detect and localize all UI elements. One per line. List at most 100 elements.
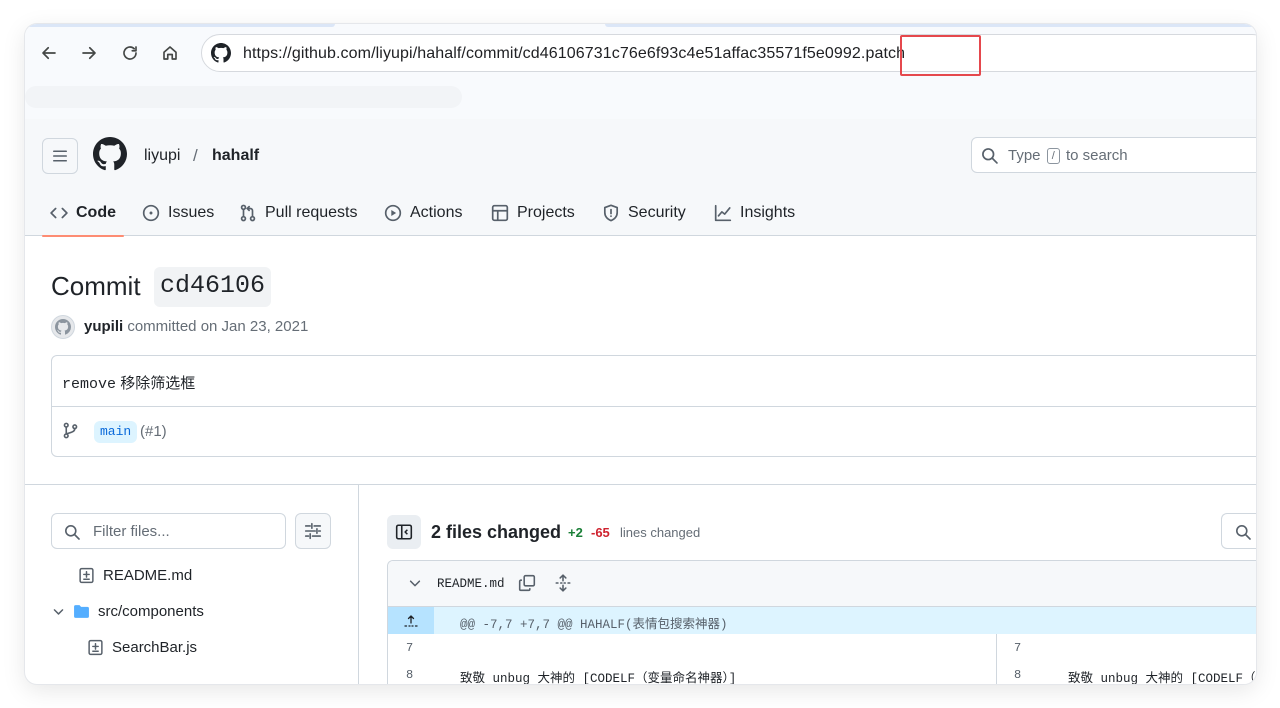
file-tree-item-searchbar[interactable]: SearchBar.js xyxy=(87,635,197,659)
address-bar[interactable]: https://github.com/liyupi/hahalf/commit/… xyxy=(201,34,1256,72)
sidebar-collapse-icon xyxy=(395,524,413,540)
diff-file-name[interactable]: README.md xyxy=(437,577,505,591)
url-text: https://github.com/liyupi/hahalf/commit/… xyxy=(243,45,905,63)
reload-button[interactable] xyxy=(118,41,142,65)
file-tree-label: src/components xyxy=(98,602,204,620)
file-diff-icon xyxy=(79,567,94,583)
sidebar-divider xyxy=(358,485,359,684)
active-tab-underline xyxy=(42,235,124,237)
hamburger-icon xyxy=(53,150,67,162)
left-line-number[interactable]: 8 xyxy=(406,668,413,682)
tab-security[interactable]: Security xyxy=(602,189,686,236)
filter-options-button[interactable] xyxy=(295,513,331,549)
tab-issues[interactable]: Issues xyxy=(142,189,214,236)
left-code: 致敬 unbug 大神的 [CODELF（变量命名神器）] xyxy=(460,672,737,684)
search-placeholder-suffix: to search xyxy=(1065,147,1128,164)
shield-icon xyxy=(603,204,619,221)
url-suffix: .patch xyxy=(860,45,906,62)
file-tree-item-src-components[interactable]: src/components xyxy=(52,599,204,623)
search-placeholder-prefix: Type xyxy=(1008,147,1041,164)
tab-issues-label: Issues xyxy=(168,203,215,221)
github-favicon-icon xyxy=(211,43,231,63)
tab-security-label: Security xyxy=(628,203,686,221)
back-button[interactable] xyxy=(37,41,61,65)
toggle-file-tree-button[interactable] xyxy=(387,515,421,549)
commit-sha-badge[interactable]: cd46106 xyxy=(154,267,272,307)
bookmarks-bar xyxy=(25,86,462,108)
tab-insights[interactable]: Insights xyxy=(714,189,795,236)
search-icon xyxy=(65,525,80,540)
global-search-input[interactable]: Type / to search xyxy=(971,137,1256,173)
browser-toolbar: https://github.com/liyupi/hahalf/commit/… xyxy=(25,24,1256,119)
files-changed-summary: 2 files changed xyxy=(431,522,562,542)
hunk-text: @@ -7,7 +7,7 @@ HAHALF(表情包搜索神器) xyxy=(460,618,728,632)
search-icon xyxy=(982,148,998,164)
github-logo-icon[interactable] xyxy=(93,137,127,171)
tab-actions[interactable]: Actions xyxy=(384,189,462,236)
chevron-down-icon xyxy=(53,608,64,615)
diff-line: 8 致敬 unbug 大神的 [CODELF（变量命名神器）] 8 致敬 unb… xyxy=(388,661,1256,684)
commit-meta: yupili committed on Jan 23, 2021 xyxy=(84,318,308,335)
tab-code[interactable]: Code xyxy=(42,189,124,237)
committed-date-text: committed on Jan 23, 2021 xyxy=(127,318,309,335)
pull-request-icon xyxy=(240,204,256,221)
browser-window: https://github.com/liyupi/hahalf/commit/… xyxy=(25,24,1256,684)
right-line-number[interactable]: 7 xyxy=(1014,641,1021,655)
search-icon xyxy=(1236,525,1251,540)
search-placeholder: Type / to search xyxy=(1008,147,1128,164)
home-button[interactable] xyxy=(158,41,182,65)
tab-pull-requests[interactable]: Pull requests xyxy=(239,189,358,236)
folder-icon xyxy=(74,604,89,618)
copy-icon[interactable] xyxy=(518,574,536,592)
divider xyxy=(25,484,1256,485)
deletions-count: -65 xyxy=(591,525,610,540)
code-icon xyxy=(50,207,68,218)
tab-code-label: Code xyxy=(76,203,116,221)
right-code: 致敬 unbug 大神的 [CODELF（ xyxy=(1068,672,1256,684)
table-icon xyxy=(491,204,509,221)
forward-button[interactable] xyxy=(77,41,101,65)
git-branch-icon xyxy=(63,422,78,439)
filter-files-input[interactable]: Filter files... xyxy=(51,513,286,549)
tab-strip-hint xyxy=(25,24,335,27)
file-diff-icon xyxy=(88,639,103,655)
pull-request-ref-link[interactable]: (#1) xyxy=(140,423,167,440)
commit-message-code: remove xyxy=(62,376,117,393)
page-title: Commit xyxy=(51,271,141,301)
commit-message-box: remove 移除筛选框 main (#1) xyxy=(51,355,1256,457)
arrow-right-icon xyxy=(82,46,96,60)
issue-icon xyxy=(142,204,160,221)
diff-hunk-header: @@ -7,7 +7,7 @@ HAHALF(表情包搜索神器) xyxy=(388,607,1256,634)
lines-changed-label: lines changed xyxy=(620,525,701,540)
url-prefix: https://github.com/liyupi/hahalf/commit/… xyxy=(243,45,861,62)
chevron-down-icon[interactable] xyxy=(408,576,422,590)
commit-author-link[interactable]: yupili xyxy=(84,318,123,335)
diff-file-readme: README.md @@ -7,7 +7,7 @@ HAHALF(表情包搜索神器… xyxy=(387,560,1256,684)
home-icon xyxy=(163,46,177,60)
repo-owner-link[interactable]: liyupi xyxy=(144,147,180,165)
additions-count: +2 xyxy=(568,525,583,540)
avatar[interactable] xyxy=(51,315,75,339)
branch-badge[interactable]: main xyxy=(94,421,138,443)
file-tree-item-readme[interactable]: README.md xyxy=(78,563,192,587)
user-avatar-icon xyxy=(55,319,71,335)
commit-message-text: 移除筛选框 xyxy=(120,375,196,392)
tab-strip-hint xyxy=(605,24,1256,27)
split-view-divider xyxy=(996,634,997,684)
url-suffix-highlight-box xyxy=(900,35,981,76)
repo-name-link[interactable]: hahalf xyxy=(212,147,259,165)
diff-search-button[interactable] xyxy=(1221,513,1256,549)
menu-button[interactable] xyxy=(42,138,78,174)
expand-up-button[interactable] xyxy=(388,607,434,634)
tab-projects[interactable]: Projects xyxy=(491,189,575,236)
diff-file-header: README.md xyxy=(388,561,1256,607)
unfold-icon[interactable] xyxy=(554,574,572,592)
divider xyxy=(52,406,1256,407)
left-line-number[interactable]: 7 xyxy=(406,641,413,655)
right-line-number[interactable]: 8 xyxy=(1014,668,1021,682)
github-header: liyupi / hahalf Type / to search Code Is… xyxy=(25,119,1256,237)
graph-icon xyxy=(714,204,732,221)
tab-insights-label: Insights xyxy=(740,203,796,221)
breadcrumb-separator: / xyxy=(193,146,198,165)
file-tree-label: README.md xyxy=(103,566,193,584)
